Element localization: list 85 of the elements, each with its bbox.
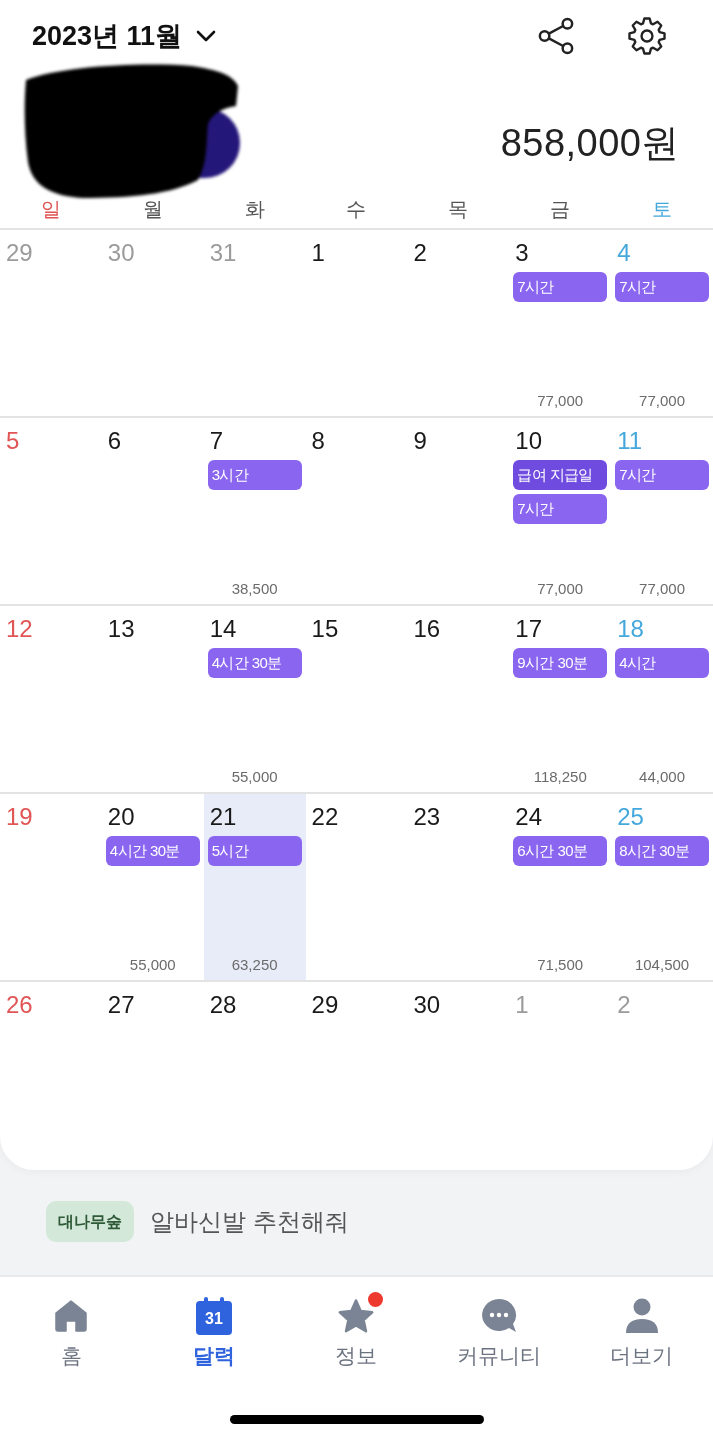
date-number: 16 — [413, 616, 441, 642]
daily-wage: 77,000 — [639, 393, 685, 408]
date-number: 15 — [311, 616, 339, 642]
nav-tab[interactable]: 홈 — [0, 1287, 143, 1366]
date-number: 30 — [413, 992, 441, 1018]
date-number: 1 — [311, 240, 325, 266]
date-number: 14 — [209, 616, 237, 642]
daily-wage: 63,250 — [231, 957, 278, 972]
date-number: 28 — [209, 992, 237, 1018]
date-number: 30 — [107, 240, 135, 266]
date-number: 18 — [617, 616, 644, 642]
month-picker[interactable]: 2023년 11월 — [32, 22, 217, 50]
event-tag[interactable]: 7시간 — [513, 494, 608, 524]
daily-wage: 77,000 — [537, 581, 584, 596]
date-number: 29 — [6, 240, 33, 266]
date-number: 23 — [413, 804, 441, 830]
daily-wage: 104,500 — [634, 957, 690, 972]
weekday-label: 화 — [244, 199, 265, 219]
event-tag[interactable]: 4시간 30분 — [207, 648, 302, 678]
weekday-label: 토 — [652, 199, 673, 219]
banner-text[interactable]: 알바신발 추천해줘 — [150, 1201, 349, 1242]
event-tag[interactable]: 7시간 — [513, 272, 608, 302]
settings-icon[interactable] — [627, 16, 667, 56]
calendar-icon-number: 31 — [205, 1311, 223, 1327]
home-icon — [53, 1298, 90, 1334]
chat-bubble-icon — [481, 1298, 518, 1334]
date-number: 31 — [209, 240, 237, 266]
daily-wage: 77,000 — [537, 393, 584, 408]
person-icon — [624, 1298, 659, 1334]
date-number: 21 — [209, 804, 237, 830]
star-icon — [337, 1298, 376, 1334]
date-number: 27 — [107, 992, 135, 1018]
event-tag[interactable]: 7시간 — [615, 460, 709, 490]
date-number: 22 — [311, 804, 339, 830]
weekday-label: 금 — [550, 199, 571, 219]
date-number: 7 — [209, 428, 224, 454]
weekday-label: 목 — [448, 199, 469, 219]
nav-tab[interactable]: 커뮤니티 — [427, 1287, 571, 1366]
date-number: 5 — [6, 428, 20, 454]
date-number: 13 — [107, 616, 135, 642]
daily-wage: 44,000 — [639, 769, 685, 784]
nav-tab[interactable]: 더보기 — [570, 1287, 713, 1366]
daily-wage: 38,500 — [231, 581, 278, 596]
date-number: 24 — [515, 804, 542, 830]
weekday-label: 월 — [142, 199, 163, 219]
total-amount: 858,000원 — [500, 124, 680, 162]
daily-wage: 71,500 — [537, 957, 584, 972]
daily-wage: 77,000 — [639, 581, 685, 596]
date-number: 26 — [6, 992, 33, 1018]
date-number: 20 — [107, 804, 135, 830]
event-tag[interactable]: 3시간 — [207, 460, 302, 490]
date-number: 10 — [515, 428, 542, 454]
selected-day-highlight[interactable]: 21 5시간 63,250 — [203, 794, 306, 980]
date-number: 25 — [617, 804, 644, 830]
date-number: 6 — [107, 428, 122, 454]
event-tag[interactable]: 4시간 30분 — [105, 836, 200, 866]
daily-wage: 55,000 — [129, 957, 176, 972]
date-number: 9 — [413, 428, 427, 454]
nav-tab[interactable]: 정보 — [285, 1287, 428, 1366]
category-tag: 대나무숲 — [46, 1201, 134, 1242]
event-tag[interactable]: 4시간 — [615, 648, 709, 678]
date-number: 8 — [311, 428, 325, 454]
date-number: 2 — [617, 992, 631, 1018]
date-number: 3 — [515, 240, 529, 266]
event-tag[interactable]: 8시간 30분 — [615, 836, 709, 866]
weekday-label: 수 — [346, 199, 367, 219]
event-tag[interactable]: 5시간 — [207, 836, 302, 866]
event-tag[interactable]: 6시간 30분 — [513, 836, 608, 866]
date-number: 19 — [6, 804, 33, 830]
share-icon[interactable] — [537, 16, 575, 56]
date-number: 4 — [617, 240, 631, 266]
date-number: 17 — [515, 616, 542, 642]
date-number: 11 — [617, 428, 643, 454]
event-tag[interactable]: 9시간 30분 — [513, 648, 608, 678]
event-tag[interactable]: 급여 지급일 — [513, 460, 608, 490]
chevron-down-icon — [196, 30, 217, 42]
nav-tab[interactable]: 31 달력 — [142, 1287, 286, 1366]
date-number: 1 — [515, 992, 529, 1018]
date-number: 2 — [413, 240, 427, 266]
daily-wage: 55,000 — [231, 769, 278, 784]
date-number: 12 — [6, 616, 33, 642]
weekday-label: 일 — [40, 199, 61, 219]
event-tag[interactable]: 7시간 — [615, 272, 709, 302]
daily-wage: 118,250 — [533, 769, 587, 784]
date-number: 29 — [311, 992, 339, 1018]
